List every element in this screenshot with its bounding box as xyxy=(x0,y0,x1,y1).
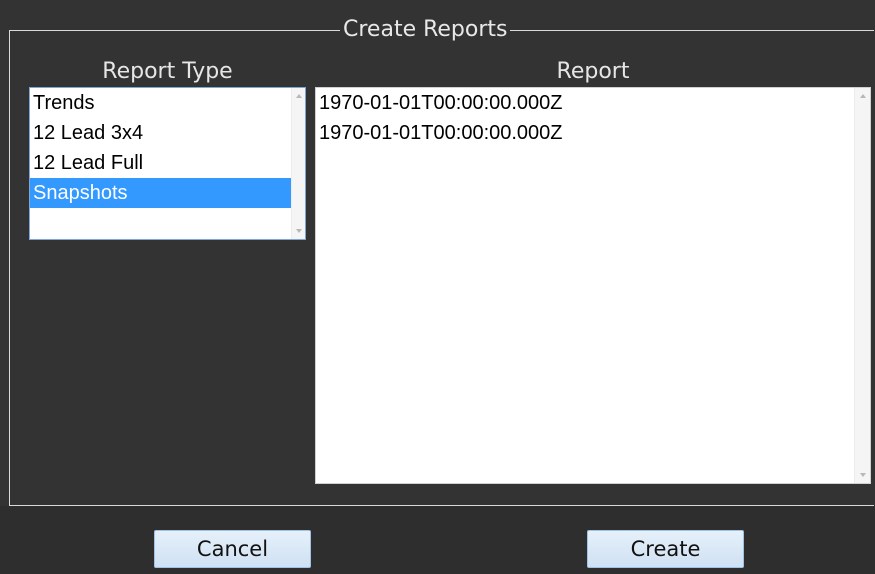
report-item[interactable]: 1970-01-01T00:00:00.000Z xyxy=(316,88,854,118)
create-reports-dialog: Create Reports Report Type Report Trends… xyxy=(0,0,875,574)
report-scrollbar[interactable] xyxy=(854,88,870,483)
report-type-scrollbar[interactable] xyxy=(291,88,305,239)
report-type-item-12-lead-full[interactable]: 12 Lead Full xyxy=(30,148,291,178)
scroll-up-arrow-icon[interactable] xyxy=(859,94,866,98)
scroll-down-arrow-icon[interactable] xyxy=(295,229,302,233)
report-type-item-12-lead-3x4[interactable]: 12 Lead 3x4 xyxy=(30,118,291,148)
scroll-down-arrow-icon[interactable] xyxy=(859,473,866,477)
report-type-item-snapshots[interactable]: Snapshots xyxy=(30,178,291,208)
create-button[interactable]: Create xyxy=(587,530,744,568)
report-list[interactable]: 1970-01-01T00:00:00.000Z 1970-01-01T00:0… xyxy=(315,87,871,484)
report-type-label: Report Type xyxy=(102,59,233,84)
dialog-title: Create Reports xyxy=(340,15,511,45)
report-type-list[interactable]: Trends 12 Lead 3x4 12 Lead Full Snapshot… xyxy=(29,87,306,240)
report-item[interactable]: 1970-01-01T00:00:00.000Z xyxy=(316,118,854,148)
report-type-item-trends[interactable]: Trends xyxy=(30,88,291,118)
scroll-up-arrow-icon[interactable] xyxy=(295,94,302,98)
report-label: Report xyxy=(556,59,630,84)
cancel-button[interactable]: Cancel xyxy=(154,530,311,568)
